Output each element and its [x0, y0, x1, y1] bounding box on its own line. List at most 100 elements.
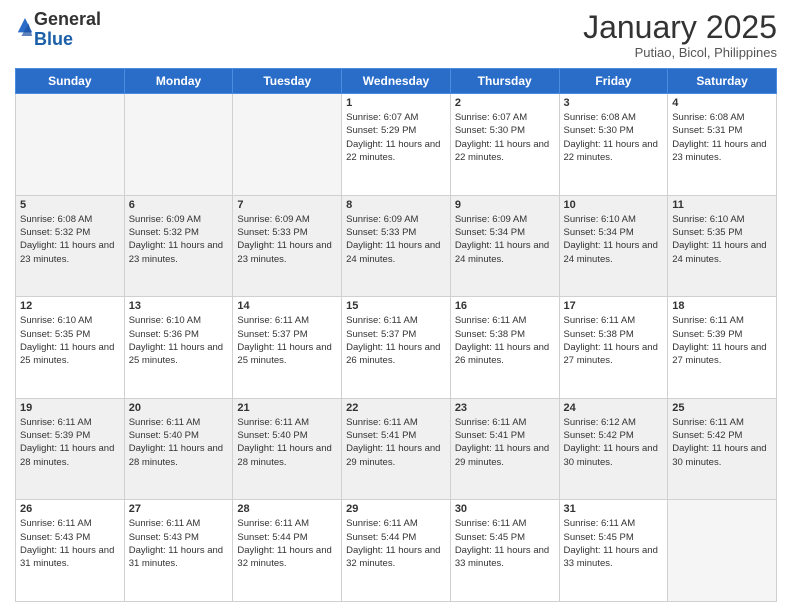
- month-title: January 2025: [583, 10, 777, 45]
- day-number: 1: [346, 97, 446, 109]
- col-friday: Friday: [559, 69, 668, 94]
- table-row: [124, 94, 233, 196]
- day-number: 2: [455, 97, 555, 109]
- day-info: Sunrise: 6:09 AM Sunset: 5:33 PM Dayligh…: [237, 213, 337, 266]
- day-info: Sunrise: 6:11 AM Sunset: 5:44 PM Dayligh…: [237, 517, 337, 570]
- table-row: 5Sunrise: 6:08 AM Sunset: 5:32 PM Daylig…: [16, 195, 125, 297]
- day-number: 25: [672, 402, 772, 414]
- table-row: 26Sunrise: 6:11 AM Sunset: 5:43 PM Dayli…: [16, 500, 125, 602]
- day-info: Sunrise: 6:11 AM Sunset: 5:45 PM Dayligh…: [455, 517, 555, 570]
- day-number: 28: [237, 503, 337, 515]
- table-row: [16, 94, 125, 196]
- table-row: 24 Sunrise: 6:12 AM Sunset: 5:42 PM Dayli…: [559, 398, 668, 500]
- header: General Blue January 2025 Putiao, Bicol,…: [15, 10, 777, 60]
- title-area: January 2025 Putiao, Bicol, Philippines: [583, 10, 777, 60]
- table-row: 25 Sunrise: 6:11 AM Sunset: 5:42 PM Dayli…: [668, 398, 777, 500]
- table-row: 12 Sunrise: 6:10 AM Sunset: 5:35 PM Dayli…: [16, 297, 125, 399]
- day-info: Sunrise: 6:09 AM Sunset: 5:34 PM Dayligh…: [455, 213, 555, 266]
- day-info: Sunrise: 6:11 AM Sunset: 5:38 PM Dayligh…: [455, 314, 555, 367]
- day-number: 15: [346, 300, 446, 312]
- day-info: Sunrise: 6:11 AM Sunset: 5:39 PM Dayligh…: [672, 314, 772, 367]
- subtitle: Putiao, Bicol, Philippines: [583, 45, 777, 60]
- day-number: 11: [672, 199, 772, 211]
- day-info: Sunrise: 6:11 AM Sunset: 5:37 PM Dayligh…: [346, 314, 446, 367]
- table-row: 27Sunrise: 6:11 AM Sunset: 5:43 PM Dayli…: [124, 500, 233, 602]
- logo-icon: [16, 16, 34, 38]
- day-info: Sunrise: 6:07 AM Sunset: 5:29 PM Dayligh…: [346, 111, 446, 164]
- table-row: 19 Sunrise: 6:11 AM Sunset: 5:39 PM Dayli…: [16, 398, 125, 500]
- day-number: 18: [672, 300, 772, 312]
- table-row: 10 Sunrise: 6:10 AM Sunset: 5:34 PM Dayli…: [559, 195, 668, 297]
- day-number: 3: [564, 97, 664, 109]
- day-info: Sunrise: 6:11 AM Sunset: 5:37 PM Dayligh…: [237, 314, 337, 367]
- calendar-week-row: 1 Sunrise: 6:07 AM Sunset: 5:29 PM Daylig…: [16, 94, 777, 196]
- day-number: 14: [237, 300, 337, 312]
- day-info: Sunrise: 6:10 AM Sunset: 5:35 PM Dayligh…: [20, 314, 120, 367]
- day-number: 13: [129, 300, 229, 312]
- col-tuesday: Tuesday: [233, 69, 342, 94]
- day-number: 8: [346, 199, 446, 211]
- day-number: 20: [129, 402, 229, 414]
- day-number: 30: [455, 503, 555, 515]
- day-info: Sunrise: 6:11 AM Sunset: 5:39 PM Dayligh…: [20, 416, 120, 469]
- logo: General Blue: [15, 10, 101, 50]
- day-number: 22: [346, 402, 446, 414]
- table-row: 6 Sunrise: 6:09 AM Sunset: 5:32 PM Daylig…: [124, 195, 233, 297]
- table-row: 18 Sunrise: 6:11 AM Sunset: 5:39 PM Dayli…: [668, 297, 777, 399]
- day-number: 23: [455, 402, 555, 414]
- day-info: Sunrise: 6:11 AM Sunset: 5:41 PM Dayligh…: [455, 416, 555, 469]
- day-number: 12: [20, 300, 120, 312]
- table-row: 21Sunrise: 6:11 AM Sunset: 5:40 PM Dayli…: [233, 398, 342, 500]
- table-row: [233, 94, 342, 196]
- calendar-week-row: 12 Sunrise: 6:10 AM Sunset: 5:35 PM Dayli…: [16, 297, 777, 399]
- table-row: 8Sunrise: 6:09 AM Sunset: 5:33 PM Daylig…: [342, 195, 451, 297]
- col-saturday: Saturday: [668, 69, 777, 94]
- table-row: 31 Sunrise: 6:11 AM Sunset: 5:45 PM Dayli…: [559, 500, 668, 602]
- table-row: 7 Sunrise: 6:09 AM Sunset: 5:33 PM Daylig…: [233, 195, 342, 297]
- table-row: 29Sunrise: 6:11 AM Sunset: 5:44 PM Dayli…: [342, 500, 451, 602]
- day-info: Sunrise: 6:10 AM Sunset: 5:35 PM Dayligh…: [672, 213, 772, 266]
- day-info: Sunrise: 6:11 AM Sunset: 5:43 PM Dayligh…: [129, 517, 229, 570]
- col-wednesday: Wednesday: [342, 69, 451, 94]
- day-number: 29: [346, 503, 446, 515]
- table-row: 15 Sunrise: 6:11 AM Sunset: 5:37 PM Dayli…: [342, 297, 451, 399]
- day-number: 5: [20, 199, 120, 211]
- day-number: 7: [237, 199, 337, 211]
- logo-general-text: General: [34, 9, 101, 29]
- table-row: 4Sunrise: 6:08 AM Sunset: 5:31 PM Daylig…: [668, 94, 777, 196]
- day-number: 21: [237, 402, 337, 414]
- table-row: 2Sunrise: 6:07 AM Sunset: 5:30 PM Daylig…: [450, 94, 559, 196]
- day-info: Sunrise: 6:08 AM Sunset: 5:30 PM Dayligh…: [564, 111, 664, 164]
- day-number: 10: [564, 199, 664, 211]
- day-info: Sunrise: 6:10 AM Sunset: 5:34 PM Dayligh…: [564, 213, 664, 266]
- logo-blue-text: Blue: [34, 29, 73, 49]
- day-info: Sunrise: 6:11 AM Sunset: 5:41 PM Dayligh…: [346, 416, 446, 469]
- day-number: 6: [129, 199, 229, 211]
- table-row: 1 Sunrise: 6:07 AM Sunset: 5:29 PM Daylig…: [342, 94, 451, 196]
- day-info: Sunrise: 6:09 AM Sunset: 5:32 PM Dayligh…: [129, 213, 229, 266]
- calendar-week-row: 5Sunrise: 6:08 AM Sunset: 5:32 PM Daylig…: [16, 195, 777, 297]
- table-row: 13 Sunrise: 6:10 AM Sunset: 5:36 PM Dayli…: [124, 297, 233, 399]
- calendar-table: Sunday Monday Tuesday Wednesday Thursday…: [15, 68, 777, 602]
- table-row: 22 Sunrise: 6:11 AM Sunset: 5:41 PM Dayli…: [342, 398, 451, 500]
- table-row: [668, 500, 777, 602]
- col-monday: Monday: [124, 69, 233, 94]
- table-row: 14 Sunrise: 6:11 AM Sunset: 5:37 PM Dayli…: [233, 297, 342, 399]
- day-info: Sunrise: 6:11 AM Sunset: 5:45 PM Dayligh…: [564, 517, 664, 570]
- day-info: Sunrise: 6:11 AM Sunset: 5:38 PM Dayligh…: [564, 314, 664, 367]
- day-number: 24: [564, 402, 664, 414]
- day-number: 31: [564, 503, 664, 515]
- table-row: 3 Sunrise: 6:08 AM Sunset: 5:30 PM Daylig…: [559, 94, 668, 196]
- day-number: 17: [564, 300, 664, 312]
- day-info: Sunrise: 6:10 AM Sunset: 5:36 PM Dayligh…: [129, 314, 229, 367]
- calendar-week-row: 26Sunrise: 6:11 AM Sunset: 5:43 PM Dayli…: [16, 500, 777, 602]
- day-info: Sunrise: 6:12 AM Sunset: 5:42 PM Dayligh…: [564, 416, 664, 469]
- day-number: 9: [455, 199, 555, 211]
- col-thursday: Thursday: [450, 69, 559, 94]
- table-row: 16Sunrise: 6:11 AM Sunset: 5:38 PM Dayli…: [450, 297, 559, 399]
- table-row: 11 Sunrise: 6:10 AM Sunset: 5:35 PM Dayli…: [668, 195, 777, 297]
- table-row: 30 Sunrise: 6:11 AM Sunset: 5:45 PM Dayli…: [450, 500, 559, 602]
- day-info: Sunrise: 6:11 AM Sunset: 5:42 PM Dayligh…: [672, 416, 772, 469]
- table-row: 28 Sunrise: 6:11 AM Sunset: 5:44 PM Dayli…: [233, 500, 342, 602]
- day-number: 19: [20, 402, 120, 414]
